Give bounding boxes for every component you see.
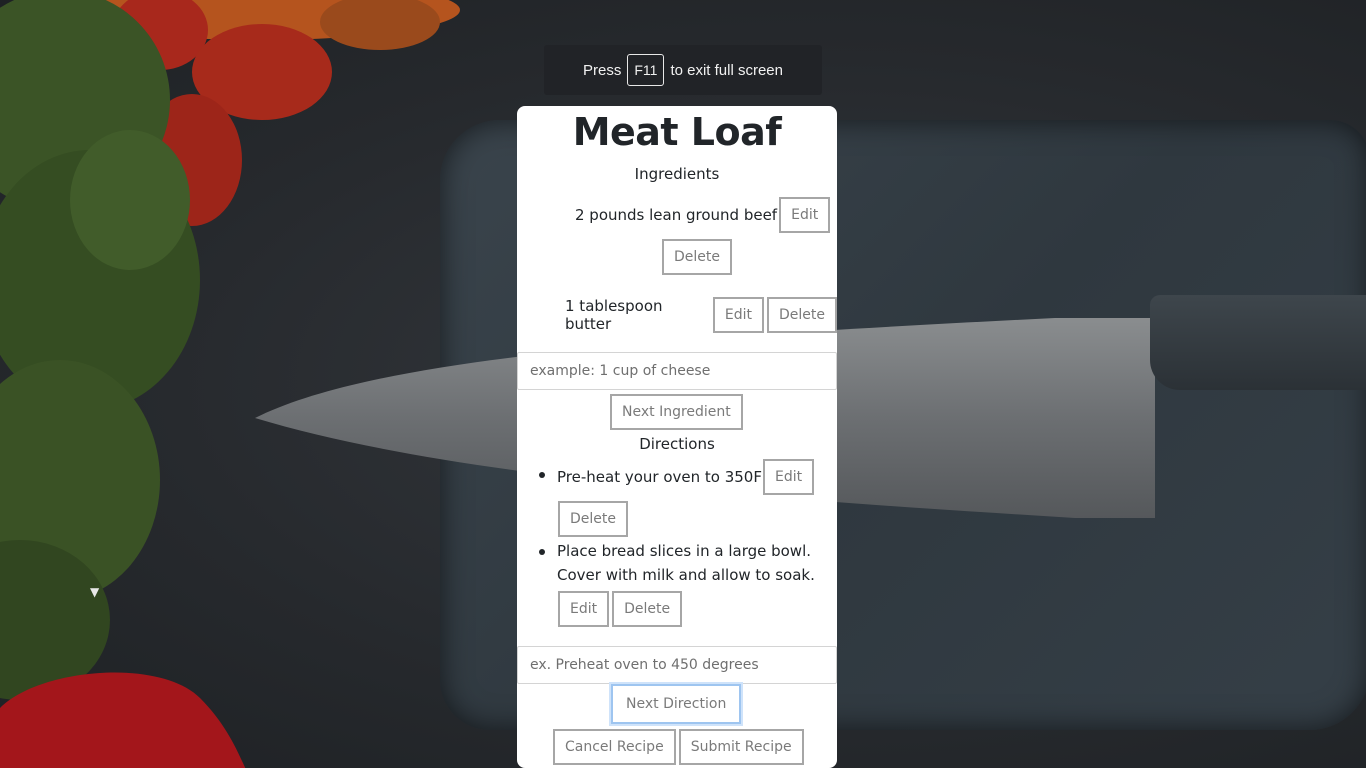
ingredient-input[interactable] [517, 352, 837, 390]
recipe-title: Meat Loaf [572, 110, 782, 154]
direction-text-line: Place bread slices in a large bowl. [557, 542, 811, 560]
fullscreen-notice-suffix: to exit full screen [670, 61, 783, 79]
edit-direction-button[interactable]: Edit [762, 459, 815, 495]
knife-handle-image [1150, 295, 1366, 390]
ingredients-heading: Ingredients [634, 165, 720, 183]
next-direction-button[interactable]: Next Direction [611, 684, 742, 724]
direction-item-actions: Edit Delete [558, 591, 683, 627]
mouse-cursor-icon: ▼ [90, 585, 100, 599]
direction-text-line: Cover with milk and allow to soak. [557, 566, 815, 584]
bullet-icon [539, 549, 545, 555]
next-direction-row: Next Direction [611, 684, 742, 724]
next-ingredient-row: Next Ingredient [610, 394, 743, 430]
direction-text: Pre-heat your oven to 350F [557, 468, 762, 486]
next-ingredient-button[interactable]: Next Ingredient [610, 394, 743, 430]
ingredient-item-actions: Delete [662, 239, 732, 275]
submit-recipe-button[interactable]: Submit Recipe [678, 729, 804, 765]
ingredient-text: 1 tablespoon butter [565, 297, 663, 333]
delete-direction-button[interactable]: Delete [558, 501, 628, 537]
edit-ingredient-button[interactable]: Edit [712, 297, 764, 333]
fullscreen-exit-notice: Press F11 to exit full screen [544, 45, 822, 95]
f11-key-label: F11 [627, 54, 665, 86]
fullscreen-notice-prefix: Press [583, 61, 622, 79]
direction-input[interactable] [517, 646, 837, 684]
form-actions: Cancel Recipe Submit Recipe [553, 729, 804, 765]
edit-ingredient-button[interactable]: Edit [779, 197, 831, 233]
ingredient-item: 2 pounds lean ground beef Edit [575, 197, 831, 233]
red-pepper-image [0, 672, 246, 768]
broccoli-image [0, 0, 200, 700]
direction-item: Pre-heat your oven to 350F Edit [557, 459, 815, 495]
ingredient-item: 1 tablespoon butter Edit Delete [565, 297, 837, 333]
edit-direction-button[interactable]: Edit [558, 591, 610, 627]
delete-ingredient-button[interactable]: Delete [767, 297, 837, 333]
directions-heading: Directions [639, 435, 715, 453]
bullet-icon [539, 472, 545, 478]
recipe-form-card: Meat Loaf Ingredients 2 pounds lean grou… [517, 106, 837, 768]
ingredient-text: 2 pounds lean ground beef [575, 206, 778, 224]
delete-ingredient-button[interactable]: Delete [662, 239, 732, 275]
direction-text: Cover with milk and allow to soak. [557, 566, 815, 584]
delete-direction-button[interactable]: Delete [612, 591, 683, 627]
cancel-recipe-button[interactable]: Cancel Recipe [553, 729, 676, 765]
direction-item-actions: Delete [558, 501, 628, 537]
direction-text: Place bread slices in a large bowl. [557, 542, 812, 560]
